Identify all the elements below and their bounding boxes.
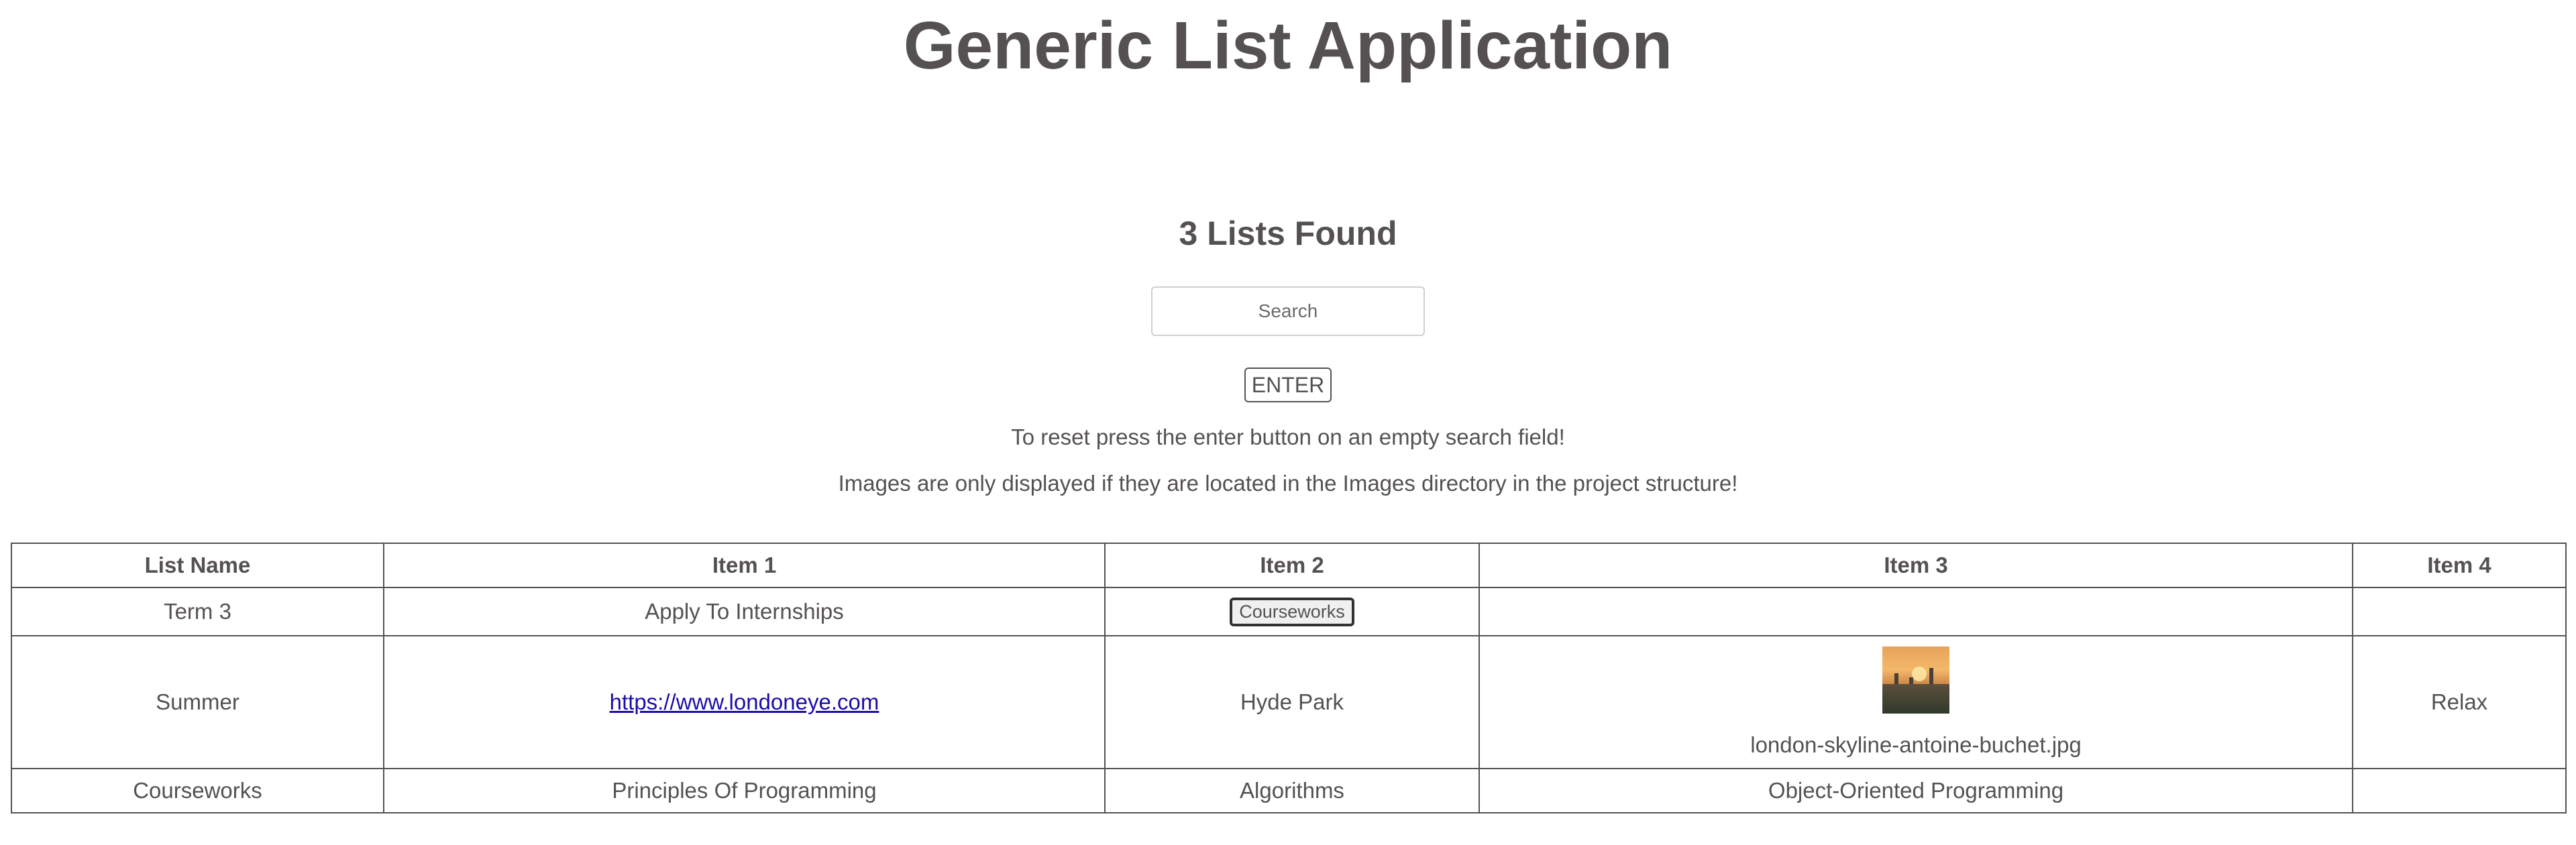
column-header-list-name: List Name — [11, 543, 384, 588]
cityscape-shape — [1882, 684, 1949, 714]
enter-button[interactable]: ENTER — [1244, 368, 1332, 402]
sun-shape — [1912, 667, 1927, 681]
item-cell: Hyde Park — [1104, 635, 1480, 769]
item-cell: https://www.londoneye.com — [383, 635, 1106, 769]
item-cell — [2352, 587, 2567, 636]
item-cell: Object-Oriented Programming — [1479, 768, 2353, 813]
image-caption: london-skyline-antoine-buchet.jpg — [1750, 732, 2082, 757]
table-row: Summer https://www.londoneye.com Hyde Pa… — [11, 635, 2567, 769]
column-header-item-2: Item 2 — [1104, 543, 1480, 588]
item-cell: Algorithms — [1104, 768, 1480, 813]
page: Generic List Application 3 Lists Found E… — [0, 0, 2576, 845]
column-header-item-4: Item 4 — [2352, 543, 2567, 588]
table-row: Courseworks Principles Of Programming Al… — [11, 768, 2567, 813]
london-eye-link[interactable]: https://www.londoneye.com — [610, 689, 879, 714]
item-cell: Courseworks — [1104, 587, 1480, 636]
item-cell: Principles Of Programming — [383, 768, 1106, 813]
list-name-cell: Courseworks — [11, 768, 384, 813]
london-skyline-image — [1882, 646, 1949, 714]
courseworks-list-button[interactable]: Courseworks — [1230, 597, 1354, 626]
item-cell — [1479, 587, 2353, 636]
list-name-cell: Term 3 — [11, 587, 384, 636]
list-name-cell: Summer — [11, 635, 384, 769]
reset-hint: To reset press the enter button on an em… — [1011, 425, 1565, 449]
item-cell: london-skyline-antoine-buchet.jpg — [1479, 635, 2353, 769]
column-header-item-1: Item 1 — [383, 543, 1106, 588]
lists-table: List Name Item 1 Item 2 Item 3 Item 4 Te… — [11, 543, 2567, 813]
search-input[interactable] — [1151, 286, 1425, 336]
item-cell: Apply To Internships — [383, 587, 1106, 636]
item-cell: Relax — [2352, 635, 2567, 769]
table-header-row: List Name Item 1 Item 2 Item 3 Item 4 — [11, 543, 2567, 588]
item-cell — [2352, 768, 2567, 813]
lists-found-heading: 3 Lists Found — [1179, 215, 1397, 252]
app-title: Generic List Application — [903, 8, 1673, 83]
column-header-item-3: Item 3 — [1479, 543, 2353, 588]
images-hint: Images are only displayed if they are lo… — [838, 471, 1738, 496]
table-row: Term 3 Apply To Internships Courseworks — [11, 587, 2567, 636]
